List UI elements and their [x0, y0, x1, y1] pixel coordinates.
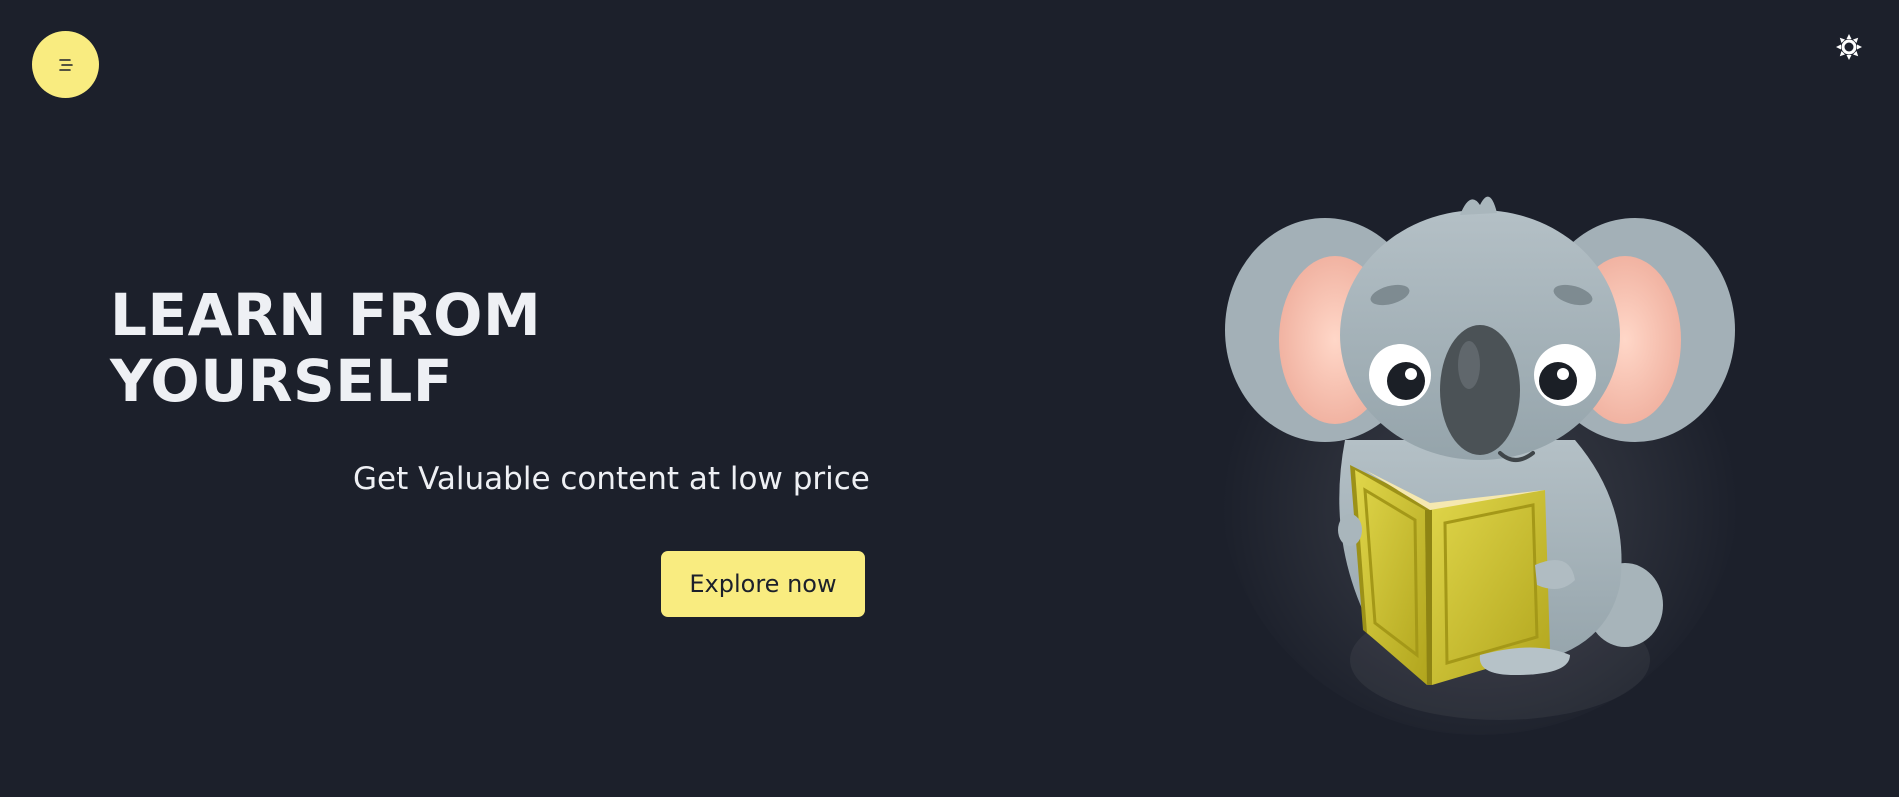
koala-reading-illustration	[1215, 185, 1750, 755]
sun-icon	[1835, 33, 1863, 65]
menu-button[interactable]	[32, 31, 99, 98]
explore-now-button[interactable]: Explore now	[661, 551, 865, 617]
theme-toggle[interactable]	[1833, 33, 1865, 65]
hero-title: LEARN FROM YOURSELF	[110, 281, 542, 415]
hero-subtitle: Get Valuable content at low price	[353, 461, 870, 497]
menu-lines-icon	[57, 57, 75, 73]
